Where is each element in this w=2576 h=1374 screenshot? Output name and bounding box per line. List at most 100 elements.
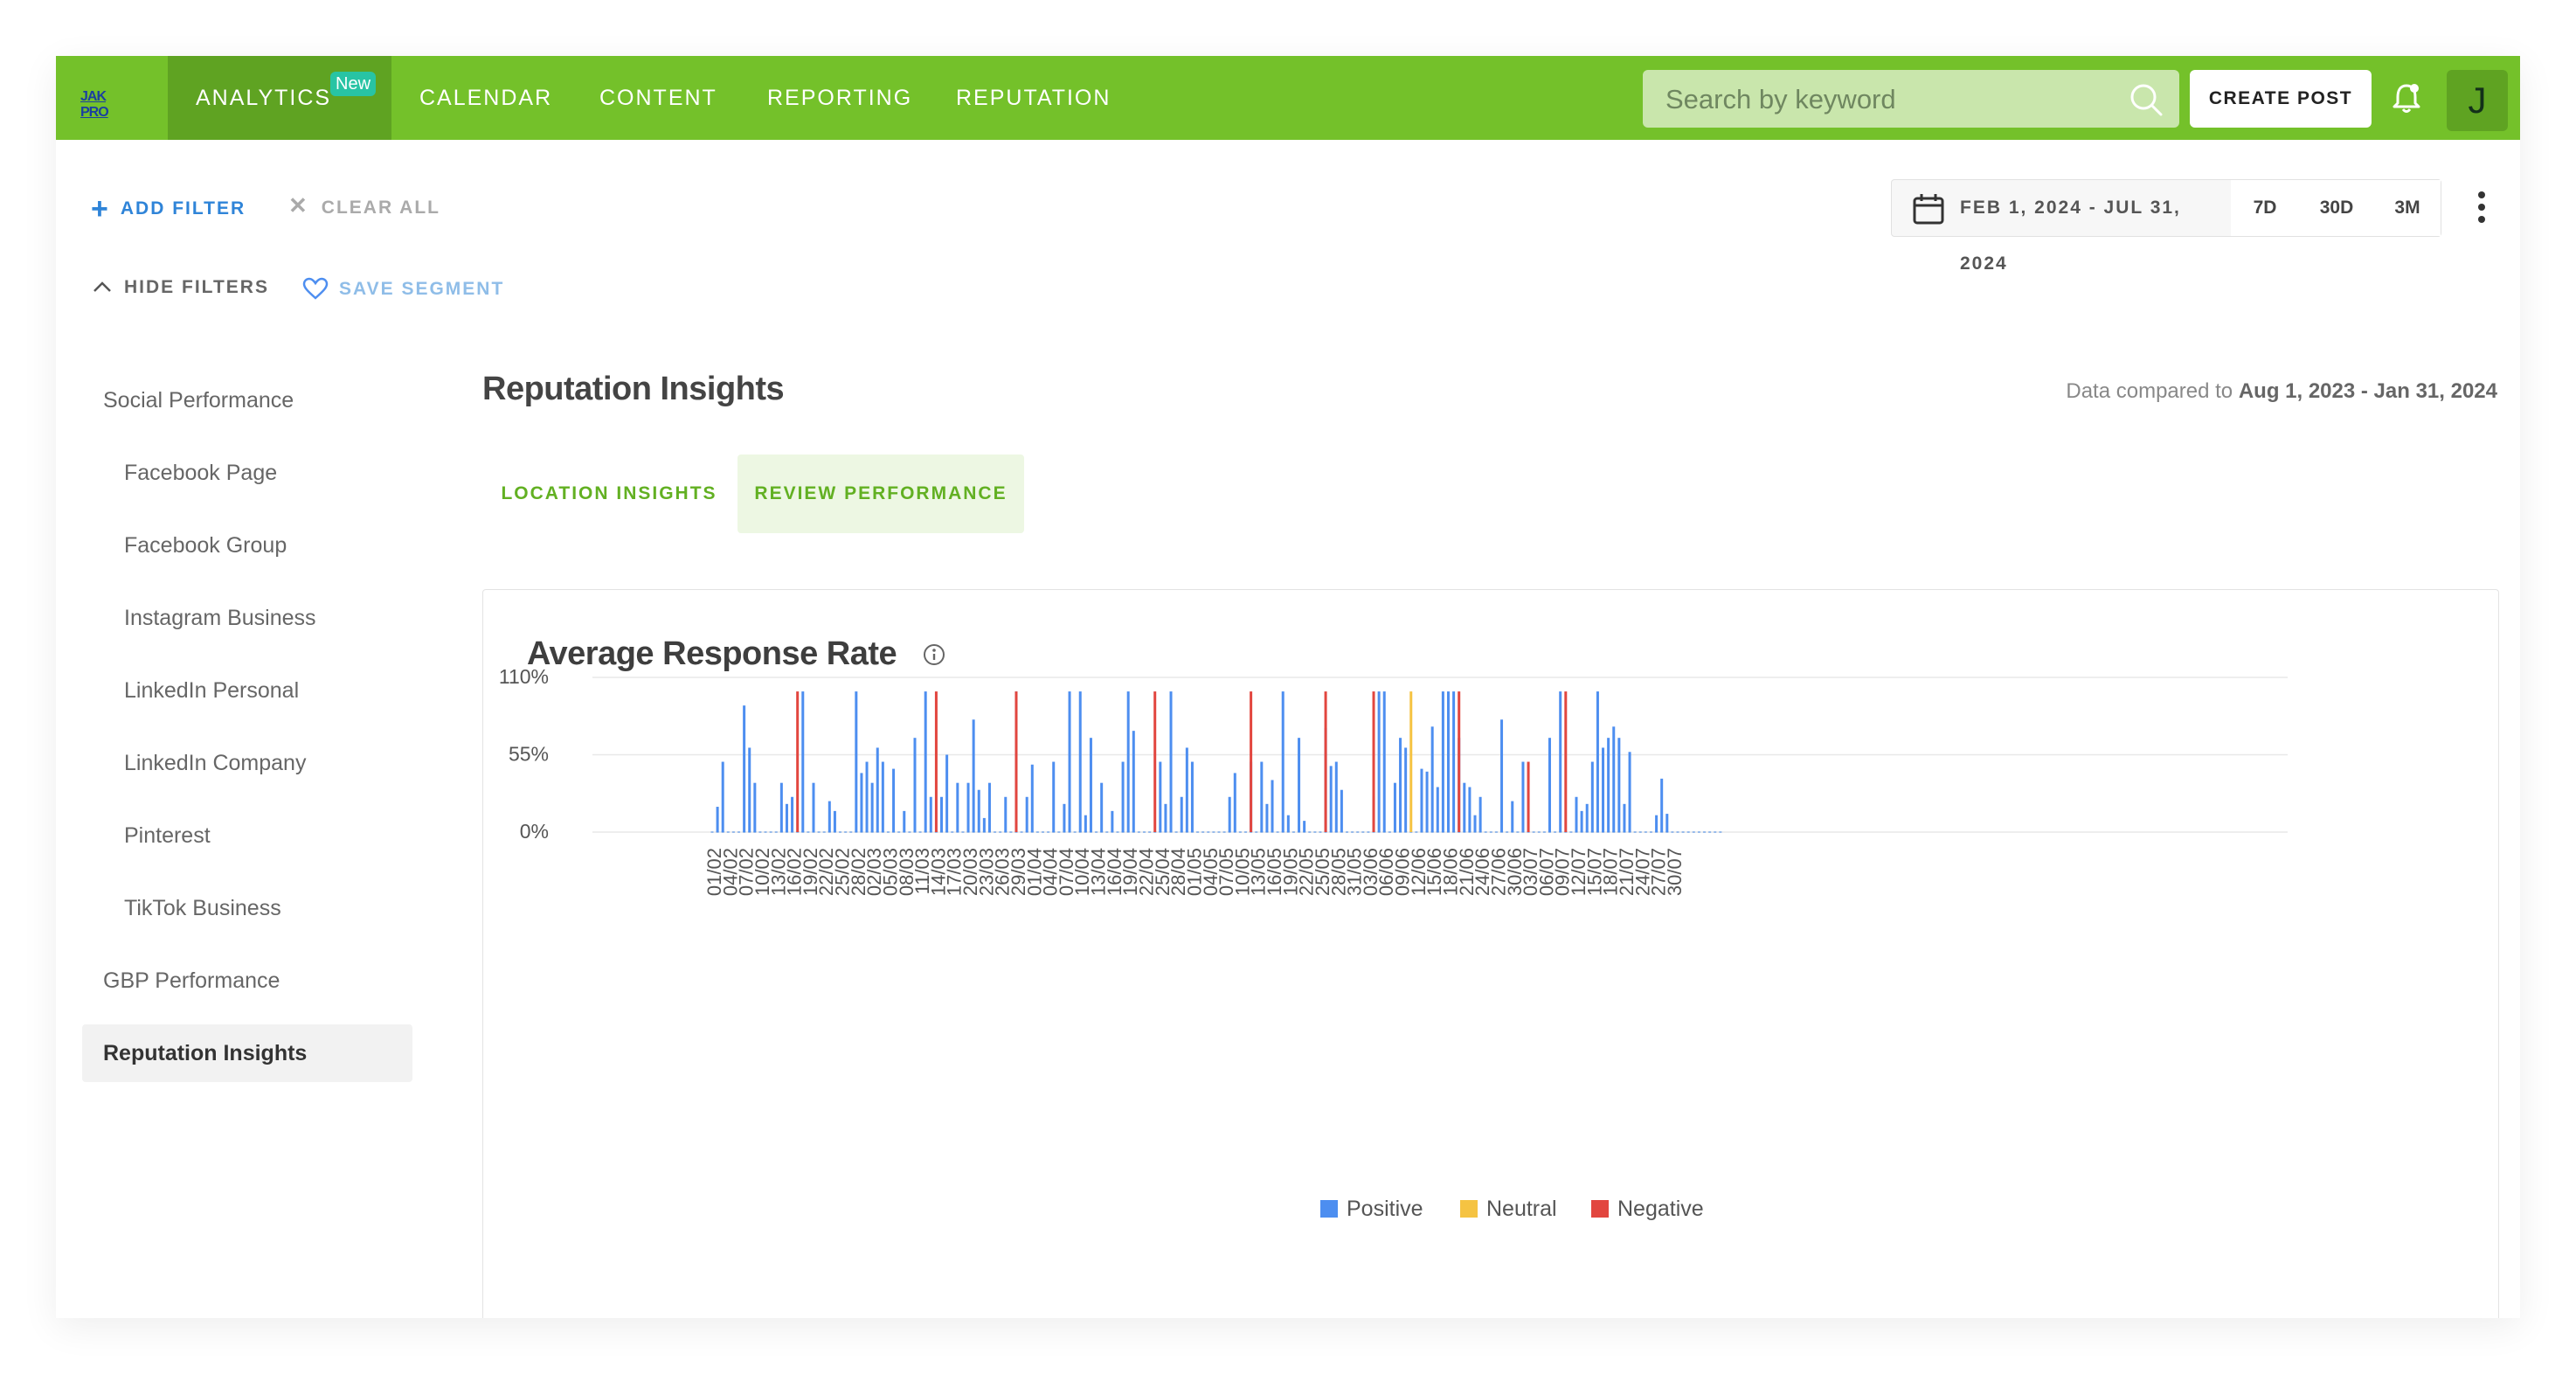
comparison-text: Data compared to Aug 1, 2023 - Jan 31, 2… [2066, 379, 2497, 404]
sidebar-item-social-performance[interactable]: Social Performance [103, 388, 294, 413]
bar-positive [1452, 691, 1456, 832]
date-range-label: FEB 1, 2024 - JUL 31, 2024 [1960, 198, 2181, 274]
save-segment-label: SAVE SEGMENT [339, 279, 505, 299]
bar-positive [1473, 815, 1477, 832]
bar-positive [1298, 738, 1301, 832]
bar-positive [1260, 761, 1264, 832]
bar-positive [1164, 803, 1167, 832]
bar-positive [860, 773, 863, 832]
bar-positive [833, 810, 836, 832]
bar-positive [945, 754, 949, 832]
bar-positive [1084, 815, 1087, 832]
sidebar-item-instagram-business[interactable]: Instagram Business [124, 606, 316, 631]
bar-positive [1377, 691, 1381, 832]
bar-positive [1004, 796, 1008, 832]
bar-positive [1100, 782, 1104, 832]
sidebar-item-gbp-performance[interactable]: GBP Performance [103, 968, 280, 994]
nav-analytics[interactable]: ANALYTICS New [168, 56, 391, 140]
tab-review-performance[interactable]: REVIEW PERFORMANCE [737, 455, 1024, 533]
tab-location-insights[interactable]: LOCATION INSIGHTS [482, 455, 736, 533]
notification-bell-icon[interactable] [2389, 80, 2424, 115]
bar-positive [1286, 815, 1290, 832]
add-filter-button[interactable]: + ADD FILTER [91, 192, 246, 226]
brand-logo[interactable]: JAK PRO [80, 89, 133, 120]
nav-analytics-label: ANALYTICS [196, 86, 332, 110]
preset-7d-button[interactable]: 7D [2231, 180, 2300, 236]
bar-positive [1430, 726, 1434, 832]
bar-positive [929, 796, 932, 832]
bar-positive [1265, 803, 1269, 832]
bar-positive [1575, 796, 1578, 832]
bar-positive [865, 761, 869, 832]
sidebar-item-facebook-page[interactable]: Facebook Page [124, 461, 277, 486]
create-post-button[interactable]: CREATE POST [2190, 70, 2372, 128]
bar-positive [1623, 803, 1626, 832]
preset-30d-button[interactable]: 30D [2299, 180, 2375, 236]
nav-content[interactable]: CONTENT [599, 56, 717, 140]
legend-positive-label: Positive [1347, 1197, 1423, 1221]
bar-positive [881, 761, 884, 832]
comparison-range: Aug 1, 2023 - Jan 31, 2024 [2238, 379, 2497, 403]
bar-positive [1580, 810, 1583, 832]
preset-3m-button[interactable]: 3M [2374, 180, 2441, 236]
bar-positive [1399, 738, 1402, 832]
more-options-icon[interactable] [2476, 190, 2487, 225]
bar-negative [1372, 691, 1375, 832]
page-title: Reputation Insights [482, 371, 785, 407]
bar-positive [1030, 764, 1034, 832]
nav-calendar[interactable]: CALENDAR [419, 56, 552, 140]
bar-positive [1548, 738, 1551, 832]
x-tick-label: 30/07 [1664, 848, 1686, 896]
bar-positive [1612, 726, 1616, 832]
sidebar-item-tiktok-business[interactable]: TikTok Business [124, 896, 281, 921]
date-range-selector[interactable]: FEB 1, 2024 - JUL 31, 2024 [1892, 180, 2232, 274]
bar-positive [1602, 747, 1605, 832]
bar-positive [855, 691, 858, 832]
clear-all-button[interactable]: ✕ CLEAR ALL [288, 192, 440, 219]
bar-positive [892, 768, 896, 832]
bar-positive [1478, 796, 1482, 832]
bar-positive [977, 789, 980, 832]
bar-positive [870, 782, 874, 832]
bar-positive [1068, 691, 1071, 832]
bar-positive [1180, 796, 1183, 832]
bar-positive [1159, 761, 1162, 832]
search-icon[interactable] [2129, 82, 2164, 117]
sidebar-item-linkedin-company[interactable]: LinkedIn Company [124, 751, 306, 776]
bar-positive [1169, 691, 1173, 832]
bar-positive [1089, 738, 1092, 832]
nav-reputation[interactable]: REPUTATION [956, 56, 1111, 140]
nav-reporting[interactable]: REPORTING [767, 56, 912, 140]
date-range-picker[interactable]: FEB 1, 2024 - JUL 31, 2024 7D 30D 3M [1891, 179, 2441, 274]
legend-negative[interactable]: Negative [1591, 1197, 1704, 1222]
sidebar-item-linkedin-personal[interactable]: LinkedIn Personal [124, 678, 299, 704]
hide-filters-button[interactable]: HIDE FILTERS [93, 277, 269, 298]
new-badge: New [330, 72, 377, 96]
sidebar-item-reputation-insights[interactable]: Reputation Insights [103, 1041, 307, 1066]
save-segment-button[interactable]: SAVE SEGMENT [302, 277, 504, 300]
heart-icon [302, 277, 329, 300]
bar-positive [721, 761, 724, 832]
bar-positive [982, 817, 986, 832]
app-window: JAK PRO ANALYTICS New CALENDAR CONTENT R… [56, 56, 2520, 1318]
sidebar-item-pinterest[interactable]: Pinterest [124, 823, 211, 849]
bar-positive [1233, 773, 1236, 832]
plus-icon: + [91, 192, 110, 226]
bar-positive [801, 691, 805, 832]
search-input[interactable] [1664, 70, 2122, 129]
bar-positive [1617, 738, 1621, 832]
add-filter-label: ADD FILTER [120, 198, 246, 219]
y-tick-label: 55% [509, 743, 549, 766]
legend-positive[interactable]: Positive [1320, 1197, 1423, 1222]
legend-neutral[interactable]: Neutral [1460, 1197, 1557, 1222]
bar-positive [1596, 691, 1599, 832]
y-tick-label: 0% [520, 820, 549, 843]
bar-positive [1628, 752, 1631, 832]
user-avatar[interactable]: J [2447, 70, 2508, 131]
sidebar-item-facebook-group[interactable]: Facebook Group [124, 533, 287, 559]
bar-positive [1607, 738, 1610, 832]
bar-positive [748, 747, 751, 832]
bar-positive [1190, 761, 1194, 832]
bar-positive [1585, 803, 1589, 832]
bar-positive [791, 796, 794, 832]
